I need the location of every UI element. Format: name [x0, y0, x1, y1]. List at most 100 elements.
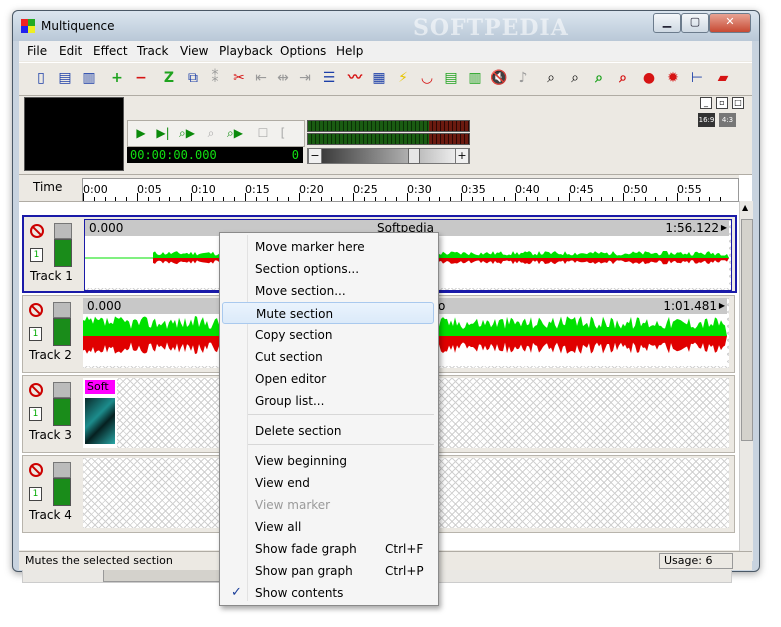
mute-speaker-icon[interactable]: 🔇	[489, 68, 509, 88]
mute-icon[interactable]	[29, 303, 43, 317]
remove-track-icon[interactable]: −	[131, 68, 151, 88]
checkbox-icon[interactable]: ☐	[254, 124, 272, 142]
open-file-icon[interactable]: ▤	[55, 68, 75, 88]
zoom-in-icon[interactable]: ⌕	[541, 68, 561, 88]
list-icon[interactable]: ☰	[319, 68, 339, 88]
panel-minimize-icon[interactable]: _	[700, 97, 712, 109]
track-number[interactable]: 1	[30, 248, 43, 262]
wave-icon[interactable]: 〰	[345, 68, 365, 88]
close-button[interactable]: ✕	[709, 13, 751, 33]
title-bar[interactable]: Multiquence SOFTPEDIA ▁ ▢ ✕	[13, 11, 759, 41]
routing-icon[interactable]: ⊢	[687, 68, 707, 88]
menu-edit[interactable]: Edit	[59, 44, 82, 58]
track-number[interactable]: 1	[29, 327, 42, 341]
scroll-up-icon[interactable]: ▲	[742, 203, 748, 212]
menu-item-view-all[interactable]: View all	[222, 516, 434, 538]
zoom-plus-icon[interactable]: ⌕	[589, 68, 609, 88]
menu-options[interactable]: Options	[280, 44, 326, 58]
maximize-button[interactable]: ▢	[681, 13, 709, 33]
volume-thumb[interactable]	[408, 148, 420, 164]
menu-item-group-list[interactable]: Group list...	[222, 390, 434, 412]
track-number[interactable]: 1	[29, 487, 42, 501]
ruler-tick	[417, 197, 419, 201]
track-fader[interactable]	[53, 398, 71, 426]
menu-item-move-section[interactable]: Move section...	[222, 280, 434, 302]
play-section-icon[interactable]: ▶|	[154, 124, 172, 142]
cut-icon[interactable]: ✂	[229, 68, 249, 88]
solo-icon[interactable]	[53, 302, 71, 318]
loop-play-icon[interactable]: ⌕▶	[226, 124, 244, 142]
track-fader[interactable]	[54, 239, 72, 267]
menu-view[interactable]: View	[180, 44, 208, 58]
panel-maximize-icon[interactable]: □	[732, 97, 744, 109]
ruler-tick	[212, 197, 214, 201]
play-marker-icon[interactable]: ⌕	[202, 124, 220, 142]
menu-track[interactable]: Track	[137, 44, 168, 58]
add-track-icon[interactable]: +	[107, 68, 127, 88]
time-ruler[interactable]: 0:00 0:05 0:10 0:15 0:20 0:25 0:30 0:35 0:40 0:45…	[82, 178, 739, 202]
merge-icon[interactable]: ⇹	[273, 68, 293, 88]
volume-up-button[interactable]: +	[455, 149, 469, 163]
menu-item-mute-section[interactable]: Mute section	[222, 302, 434, 324]
menu-item-move-marker-here[interactable]: Move marker here	[222, 236, 434, 258]
volume-down-button[interactable]: −	[308, 149, 322, 163]
book-icon[interactable]: ▰	[713, 68, 733, 88]
menu-item-show-fade-graph[interactable]: Show fade graph Ctrl+F	[222, 538, 434, 560]
v-scroll-thumb[interactable]	[741, 219, 753, 441]
minimize-button[interactable]: ▁	[653, 13, 681, 33]
ratio-4-3-button[interactable]: 4:3	[719, 113, 736, 127]
solo-icon[interactable]	[53, 382, 71, 398]
video-clip[interactable]: Soft	[83, 378, 117, 448]
menu-help[interactable]: Help	[336, 44, 363, 58]
h-scroll-thumb[interactable]	[103, 569, 225, 582]
ruler-tick	[115, 197, 117, 201]
save-file-icon[interactable]: ▥	[79, 68, 99, 88]
volume-slider[interactable]: − +	[307, 148, 470, 164]
menu-item-show-pan-graph[interactable]: Show pan graph Ctrl+P	[222, 560, 434, 582]
panel-restore-icon[interactable]: ▫	[716, 97, 728, 109]
mute-icon[interactable]	[30, 224, 44, 238]
menu-item-show-contents[interactable]: ✓ Show contents	[222, 582, 434, 604]
bracket-icon[interactable]: [	[274, 124, 292, 142]
copy-icon[interactable]: ⧉	[183, 68, 203, 88]
track-fader[interactable]	[53, 318, 71, 346]
track-name: Track 4	[29, 508, 72, 522]
zoom-out-icon[interactable]: ⌕	[565, 68, 585, 88]
menu-item-cut-section[interactable]: Cut section	[222, 346, 434, 368]
vertical-scrollbar[interactable]: ▲ ▼	[739, 201, 753, 561]
zoom-z-icon[interactable]: Z	[159, 68, 179, 88]
menu-item-view-end[interactable]: View end	[222, 472, 434, 494]
solo-icon[interactable]	[53, 462, 71, 478]
speaker-off-icon[interactable]: ♪	[513, 68, 533, 88]
record-settings-icon[interactable]: ✹	[663, 68, 683, 88]
mute-icon[interactable]	[29, 463, 43, 477]
menu-file[interactable]: File	[27, 44, 47, 58]
level-icon[interactable]: ▥	[465, 68, 485, 88]
track-fader[interactable]	[53, 478, 71, 506]
record-icon[interactable]: ●	[639, 68, 659, 88]
menu-playback[interactable]: Playback	[219, 44, 273, 58]
play-from-cursor-icon[interactable]: ⌕▶	[178, 124, 196, 142]
zoom-minus-icon[interactable]: ⌕	[613, 68, 633, 88]
menu-effect[interactable]: Effect	[93, 44, 128, 58]
menu-item-view-beginning[interactable]: View beginning	[222, 450, 434, 472]
menu-item-section-options[interactable]: Section options...	[222, 258, 434, 280]
grid-icon[interactable]: ▦	[369, 68, 389, 88]
split-icon[interactable]: ⁑	[205, 68, 225, 88]
section-arrow-icon[interactable]: ▶	[721, 220, 727, 236]
track-number[interactable]: 1	[29, 407, 42, 421]
ratio-16-9-button[interactable]: 16:9	[698, 113, 715, 127]
menu-item-delete-section[interactable]: Delete section	[222, 420, 434, 442]
mute-icon[interactable]	[29, 383, 43, 397]
solo-icon[interactable]	[54, 223, 72, 239]
merge-left-icon[interactable]: ⇤	[251, 68, 271, 88]
normalize-icon[interactable]: ◡	[417, 68, 437, 88]
menu-item-open-editor[interactable]: Open editor	[222, 368, 434, 390]
section-arrow-icon[interactable]: ▶	[719, 298, 725, 314]
equalizer-icon[interactable]: ▤	[441, 68, 461, 88]
merge-right-icon[interactable]: ⇥	[295, 68, 315, 88]
new-file-icon[interactable]: ▯	[31, 68, 51, 88]
menu-item-copy-section[interactable]: Copy section	[222, 324, 434, 346]
lightning-icon[interactable]: ⚡	[393, 68, 413, 88]
play-icon[interactable]: ▶	[132, 124, 150, 142]
